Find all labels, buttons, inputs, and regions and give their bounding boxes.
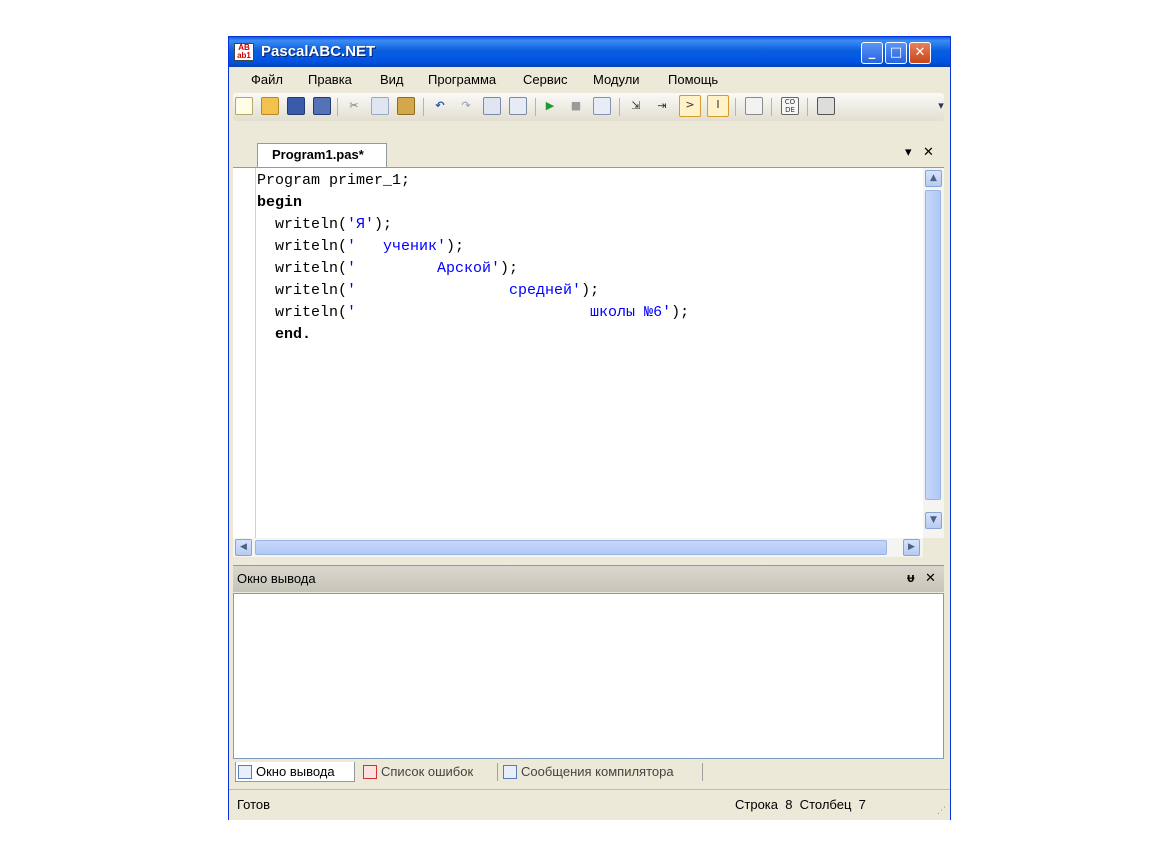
code-keyword: begin [257,194,303,211]
horizontal-scrollbar[interactable]: ◀ ▶ [233,538,923,557]
maximize-button[interactable]: □ [885,42,907,64]
output-panel-header: Окно вывода ᵾ ✕ [233,565,944,592]
code-text: writeln( [257,282,348,299]
code-string: ' ученик' [347,238,447,255]
run-icon[interactable]: ▶ [541,97,559,115]
code-string: ' Арской' [347,260,501,277]
step-into-icon[interactable]: ⇥ [653,97,671,115]
vertical-scroll-thumb[interactable] [925,190,941,500]
code-keyword: end. [257,326,312,343]
code-text: ); [446,238,465,255]
tab-dropdown-icon[interactable]: ▾ [905,145,912,160]
tab-output-window-label: Окно вывода [256,764,335,779]
editor-gutter [233,168,256,538]
scroll-left-icon[interactable]: ◀ [235,539,252,556]
code-line: writeln(' Арской'); [257,260,518,277]
properties-icon[interactable] [817,97,835,115]
tab-output-window[interactable]: Окно вывода [235,762,355,782]
app-icon: AB ab1 [234,43,254,61]
tab-program1[interactable]: Program1.pas* [257,143,387,167]
scroll-down-icon[interactable]: ▼ [925,512,942,529]
toolbar-overflow-icon[interactable]: ▾ [937,97,945,115]
tab-compiler-messages[interactable]: Сообщения компилятора [501,762,701,782]
menu-file[interactable]: Файл [251,72,283,87]
debug-icon[interactable] [593,97,611,115]
open-icon[interactable] [261,97,279,115]
code-line: writeln('Я'); [257,216,392,233]
code-text: writeln( [257,304,348,321]
output-area[interactable] [233,593,944,759]
code-text: ); [671,304,690,321]
menu-help[interactable]: Помощь [668,72,718,87]
output-close-icon[interactable]: ✕ [925,570,936,586]
code-text: writeln( [257,238,348,255]
code-line: begin [257,194,302,211]
scroll-up-icon[interactable]: ▲ [925,170,942,187]
cut-icon[interactable]: ✂ [345,97,363,115]
tab-close-icon[interactable]: ✕ [923,145,934,160]
step-over-icon[interactable]: ⇲ [627,97,645,115]
output-panel-title: Окно вывода [237,571,316,586]
status-bar: Готов Строка 8 Столбец 7 ⋰ [229,789,950,820]
compiler-messages-icon [503,765,517,779]
code-line: writeln(' школы №6'); [257,304,689,321]
code-string: 'Я' [347,216,375,233]
output-panel-icon[interactable]: > [679,95,701,117]
tab-error-list-label: Список ошибок [381,764,474,779]
window-title: PascalABC.NET [261,43,376,60]
undo-icon[interactable]: ↶ [431,97,449,115]
redo-icon[interactable]: ↷ [457,97,475,115]
menu-service[interactable]: Сервис [523,72,568,87]
copy-icon[interactable] [371,97,389,115]
menu-modules[interactable]: Модули [593,72,640,87]
toolbar: ✂ ↶ ↷ ▶ ■ ⇲ ⇥ > I CO DE ▾ [233,93,944,121]
code-text: Program primer_1; [257,172,411,189]
code-text: writeln( [257,216,348,233]
build-icon[interactable] [509,97,527,115]
format-icon[interactable]: I [707,95,729,117]
tab-compiler-messages-label: Сообщения компилятора [521,764,674,779]
code-line: writeln(' ученик'); [257,238,464,255]
minimize-button[interactable]: _ [861,42,883,64]
menu-program[interactable]: Программа [428,72,496,87]
menu-view[interactable]: Вид [380,72,404,87]
bottom-tab-strip: Окно вывода Список ошибок Сообщения комп… [233,759,944,785]
vertical-scrollbar[interactable]: ▲ ▼ [923,168,944,538]
save-icon[interactable] [287,97,305,115]
code-line: end. [257,326,311,343]
pin-icon[interactable]: ᵾ [907,570,915,585]
compile-icon[interactable] [483,97,501,115]
scroll-right-icon[interactable]: ▶ [903,539,920,556]
comment-icon[interactable] [745,97,763,115]
close-button[interactable]: ✕ [909,42,931,64]
menu-bar: Файл Правка Вид Программа Сервис Модули … [229,67,950,91]
horizontal-scroll-thumb[interactable] [255,540,887,555]
code-string: ' средней' [347,282,582,299]
code-editor[interactable]: Program primer_1; begin writeln('Я'); wri… [233,168,923,538]
new-icon[interactable] [235,97,253,115]
code-text: writeln( [257,260,348,277]
menu-edit[interactable]: Правка [308,72,352,87]
code-text: ); [374,216,393,233]
paste-icon[interactable] [397,97,415,115]
code-line: writeln(' средней'); [257,282,599,299]
code-text: ); [500,260,519,277]
code-text: ); [581,282,600,299]
tab-error-list[interactable]: Список ошибок [361,762,493,782]
code-line: Program primer_1; [257,172,410,189]
status-cursor-position: Строка 8 Столбец 7 [735,797,866,812]
main-window: AB ab1 PascalABC.NET _ □ ✕ Файл Правка В… [228,36,951,820]
editor-tab-strip: Program1.pas* ▾ ✕ [233,139,944,168]
code-string: ' школы №6' [347,304,672,321]
stop-icon[interactable]: ■ [567,97,585,115]
code-icon[interactable]: CO DE [781,97,799,115]
title-bar[interactable]: AB ab1 PascalABC.NET _ □ ✕ [229,37,950,67]
error-list-icon [363,765,377,779]
status-ready: Готов [237,797,271,812]
resize-grip-icon[interactable]: ⋰ [937,806,946,816]
output-window-icon [238,765,252,779]
save-all-icon[interactable] [313,97,331,115]
